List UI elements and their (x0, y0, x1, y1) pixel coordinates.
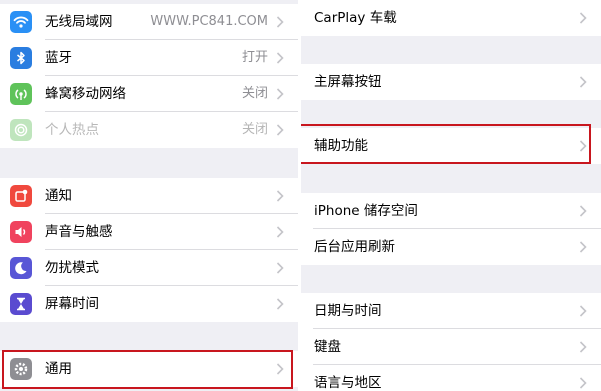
settings-row-date-time[interactable]: 日期与时间 (301, 293, 601, 329)
row-value: 关闭 (241, 86, 268, 101)
row-label: 后台应用刷新 (314, 239, 395, 255)
row-label: 屏幕时间 (45, 296, 99, 312)
chevron-right-icon (276, 262, 288, 274)
row-value: 打开 (241, 50, 268, 65)
row-label: 通用 (45, 361, 72, 377)
chevron-right-icon (276, 363, 288, 375)
settings-row-home-button[interactable]: 主屏幕按钮 (301, 64, 601, 100)
row-label: iPhone 储存空间 (314, 203, 418, 219)
row-label: 键盘 (314, 339, 341, 355)
row-label: CarPlay 车载 (314, 10, 397, 26)
settings-row-screen-time[interactable]: 屏幕时间 (0, 286, 298, 322)
chevron-right-icon (276, 16, 288, 28)
settings-row-keyboard[interactable]: 键盘 (301, 329, 601, 365)
row-label: 辅助功能 (314, 138, 368, 154)
row-label: 勿扰模式 (45, 260, 99, 276)
chevron-right-icon (579, 12, 591, 24)
chevron-right-icon (579, 205, 591, 217)
row-label: 蜂窝移动网络 (45, 86, 126, 102)
settings-row-iphone-storage[interactable]: iPhone 储存空间 (301, 193, 601, 229)
chevron-right-icon (579, 377, 591, 389)
chevron-right-icon (276, 124, 288, 136)
settings-row-background-refresh[interactable]: 后台应用刷新 (301, 229, 601, 265)
notifications-icon (10, 185, 32, 207)
settings-row-cellular[interactable]: 蜂窝移动网络 关闭 (0, 76, 298, 112)
chevron-right-icon (276, 226, 288, 238)
hourglass-icon (10, 293, 32, 315)
row-label: 声音与触感 (45, 224, 113, 240)
row-label: 语言与地区 (314, 375, 382, 391)
settings-row-language-region[interactable]: 语言与地区 (301, 365, 601, 391)
row-value: WWW.PC841.COM (150, 14, 268, 29)
sounds-icon (10, 221, 32, 243)
chevron-right-icon (579, 76, 591, 88)
moon-icon (10, 257, 32, 279)
bluetooth-icon (10, 47, 32, 69)
row-label: 通知 (45, 188, 72, 204)
chevron-right-icon (276, 190, 288, 202)
cellular-icon (10, 83, 32, 105)
chevron-right-icon (276, 298, 288, 310)
settings-left-panel: 无线局域网 WWW.PC841.COM 蓝牙 打开 蜂窝移动网络 关闭 个人热点… (0, 0, 298, 391)
wifi-icon (10, 11, 32, 33)
chevron-right-icon (276, 88, 288, 100)
settings-row-notifications[interactable]: 通知 (0, 178, 298, 214)
settings-row-accessibility[interactable]: 辅助功能 (301, 128, 601, 164)
settings-row-sounds[interactable]: 声音与触感 (0, 214, 298, 250)
settings-row-general[interactable]: 通用 (0, 351, 298, 387)
settings-row-wifi[interactable]: 无线局域网 WWW.PC841.COM (0, 4, 298, 40)
settings-row-hotspot[interactable]: 个人热点 关闭 (0, 112, 298, 148)
settings-right-panel: CarPlay 车载 主屏幕按钮 辅助功能 iPhone 储存空间 后台应用刷新… (301, 0, 601, 391)
row-value: 关闭 (241, 122, 268, 137)
hotspot-icon (10, 119, 32, 141)
row-label: 日期与时间 (314, 303, 382, 319)
chevron-right-icon (276, 52, 288, 64)
row-label: 个人热点 (45, 122, 99, 138)
chevron-right-icon (579, 241, 591, 253)
gear-icon (10, 358, 32, 380)
chevron-right-icon (579, 305, 591, 317)
settings-row-carplay[interactable]: CarPlay 车载 (301, 0, 601, 36)
row-label: 无线局域网 (45, 14, 113, 30)
chevron-right-icon (579, 140, 591, 152)
row-label: 主屏幕按钮 (314, 74, 382, 90)
settings-row-do-not-disturb[interactable]: 勿扰模式 (0, 250, 298, 286)
chevron-right-icon (579, 341, 591, 353)
settings-row-bluetooth[interactable]: 蓝牙 打开 (0, 40, 298, 76)
row-label: 蓝牙 (45, 50, 72, 66)
